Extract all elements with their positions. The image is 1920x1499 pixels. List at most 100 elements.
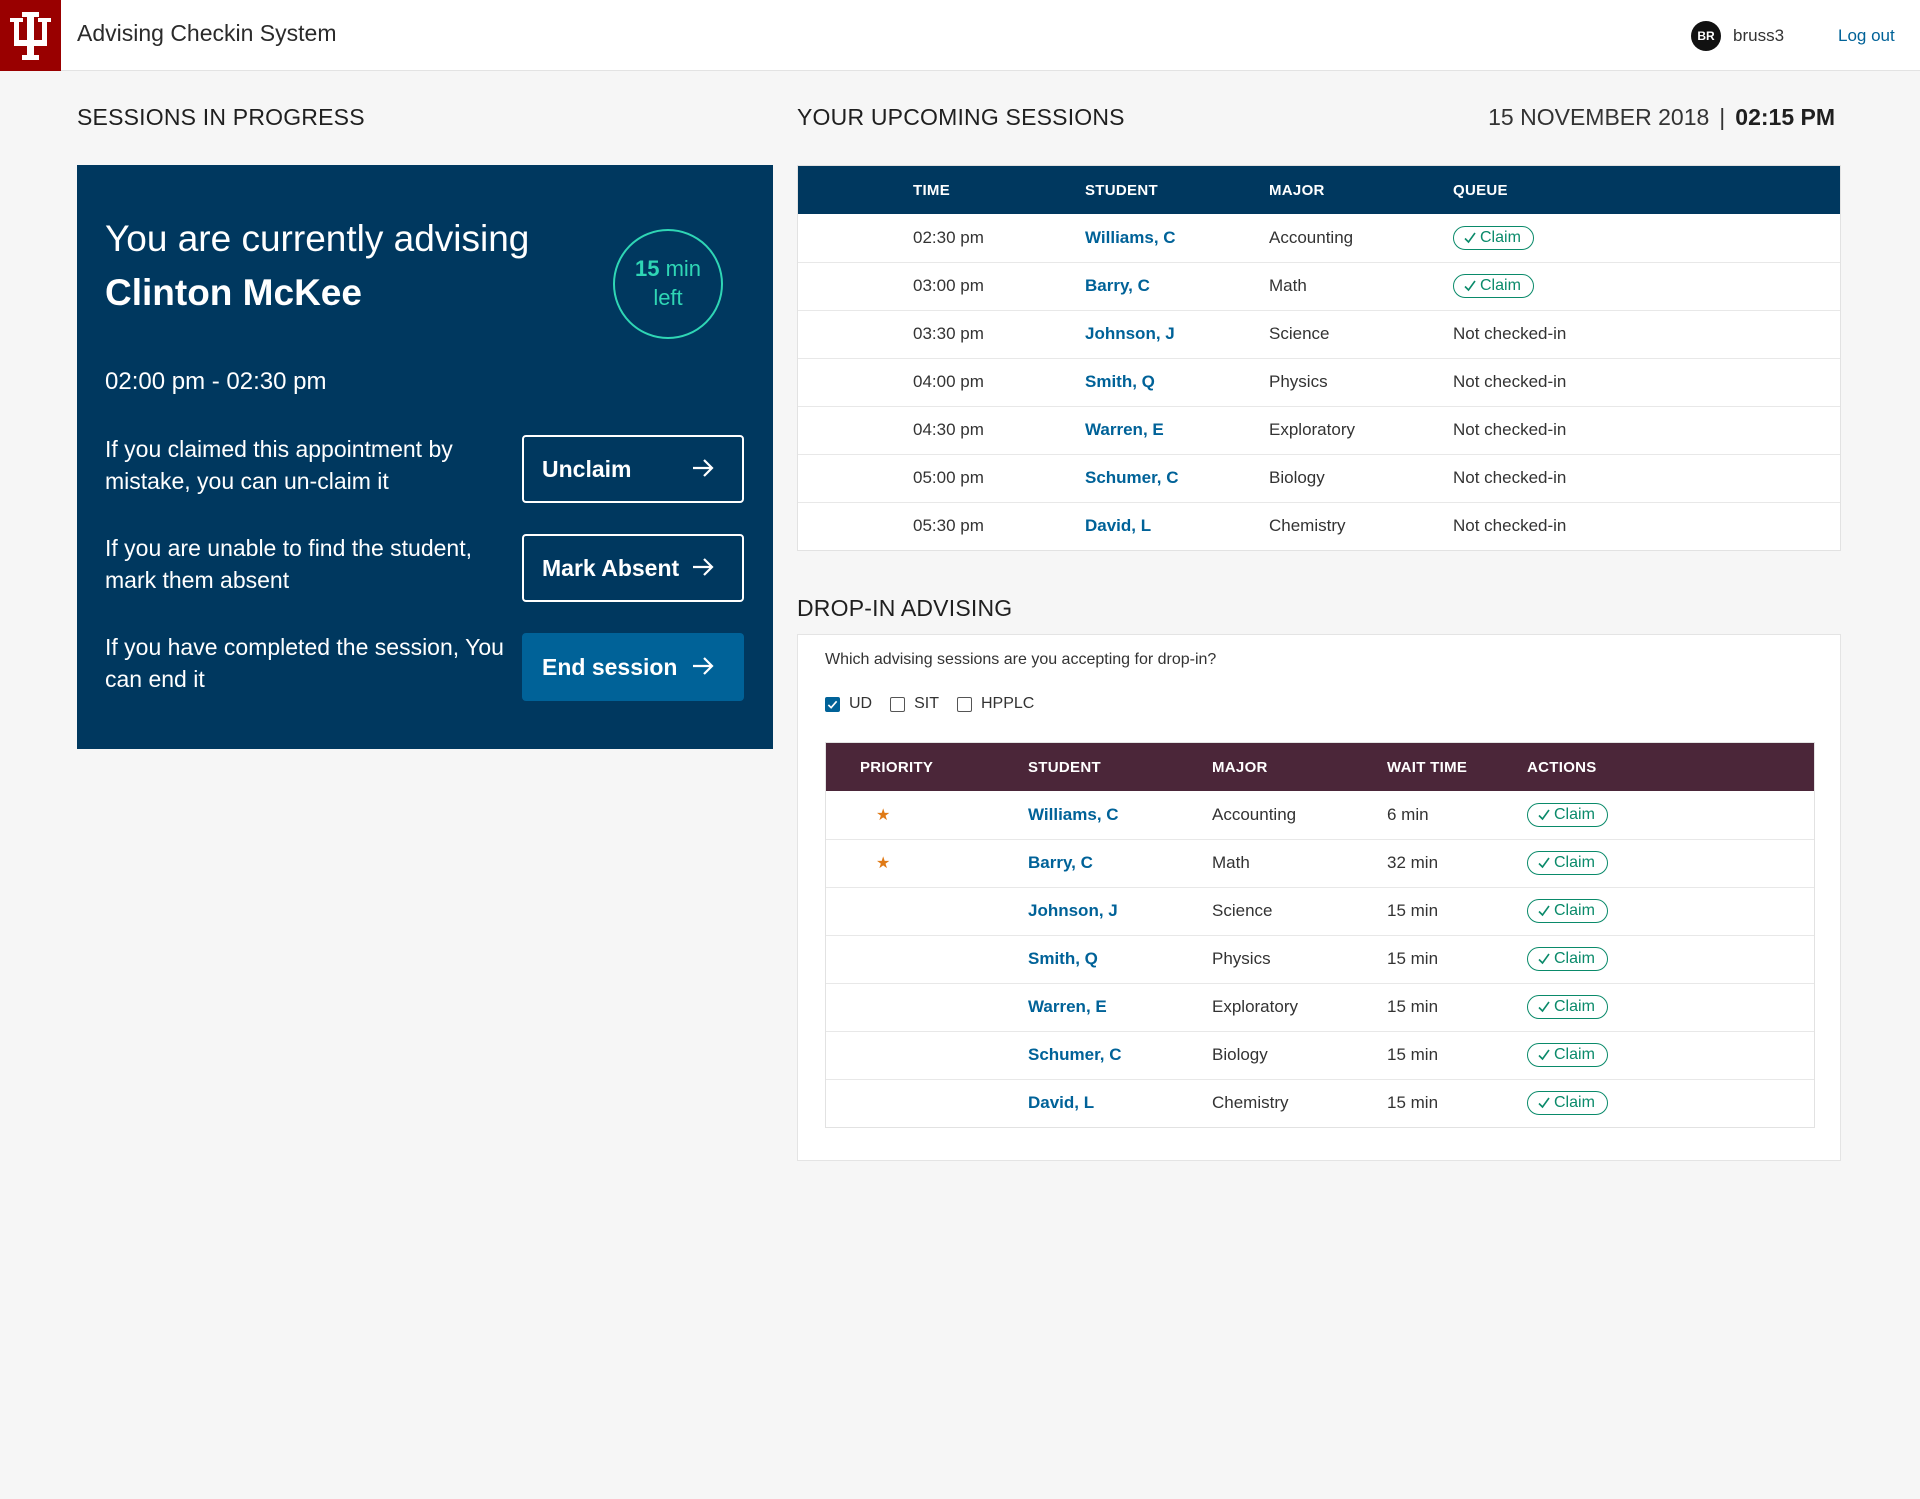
dropin-advising-title: DROP-IN ADVISING: [797, 595, 1013, 621]
checkbox-unchecked[interactable]: [957, 696, 972, 712]
table-row: 05:00 pm Schumer, C Biology Not checked-…: [798, 454, 1840, 503]
filter-label: SIT: [914, 695, 939, 712]
student-major: Accounting: [1269, 214, 1453, 263]
datetime-separator: |: [1719, 104, 1726, 130]
queue-status: Not checked-in: [1453, 516, 1567, 536]
session-time: 03:00 pm: [913, 262, 1085, 311]
check-icon: [1538, 857, 1550, 869]
spacer-column-header: [798, 166, 913, 214]
session-time: 02:30 pm: [913, 214, 1085, 263]
claim-button[interactable]: Claim: [1527, 899, 1608, 923]
timer-suffix: left: [653, 285, 683, 310]
iu-logo[interactable]: [0, 0, 61, 71]
upcoming-sessions-title: YOUR UPCOMING SESSIONS: [797, 104, 1125, 130]
student-link[interactable]: Barry, C: [1028, 853, 1093, 872]
student-major: Chemistry: [1269, 516, 1346, 536]
current-date: 15 NOVEMBER 2018: [1488, 104, 1710, 130]
wait-time: 15 min: [1387, 1093, 1439, 1113]
column-header-major: MAJOR: [1269, 166, 1453, 214]
student-link[interactable]: Smith, Q: [1028, 949, 1098, 968]
unclaim-help-text: If you claimed this appointment by mista…: [105, 436, 453, 495]
student-major: Math: [1269, 262, 1453, 311]
claim-button[interactable]: Claim: [1527, 947, 1608, 971]
wait-time: 6 min: [1387, 791, 1527, 840]
advising-student-name: Clinton McKee: [105, 272, 362, 313]
dropin-table: PRIORITY STUDENT MAJOR WAIT TIME ACTIONS…: [825, 742, 1815, 1128]
checkbox-checked[interactable]: [825, 696, 840, 712]
column-header-actions: ACTIONS: [1527, 743, 1814, 791]
student-link[interactable]: Schumer, C: [1028, 1045, 1122, 1064]
avatar[interactable]: BR: [1691, 21, 1721, 51]
wait-time: 15 min: [1387, 983, 1527, 1032]
timer-unit: min: [665, 256, 702, 282]
claim-button[interactable]: Claim: [1527, 1043, 1608, 1067]
claim-button[interactable]: Claim: [1453, 225, 1534, 250]
claim-button[interactable]: Claim: [1527, 1091, 1608, 1116]
check-icon: [1538, 953, 1550, 965]
column-header-queue: QUEUE: [1453, 166, 1840, 214]
arrow-right-icon: [693, 459, 714, 477]
student-link[interactable]: Williams, C: [1028, 805, 1119, 824]
wait-time: 15 min: [1387, 935, 1527, 984]
student-link[interactable]: Schumer, C: [1085, 468, 1179, 487]
claim-button[interactable]: Claim: [1453, 274, 1534, 298]
mark-absent-button[interactable]: Mark Absent: [522, 534, 744, 602]
table-row: ★ Williams, C Accounting 6 min Claim: [826, 791, 1814, 840]
student-link[interactable]: Johnson, J: [1085, 324, 1175, 343]
check-icon: [1538, 1097, 1550, 1109]
claim-label: Claim: [1554, 805, 1595, 823]
student-major: Physics: [1212, 935, 1387, 984]
dropin-panel: Which advising sessions are you acceptin…: [797, 634, 1841, 1161]
end-session-button[interactable]: End session: [522, 633, 744, 701]
check-icon: [1464, 232, 1476, 243]
claim-button[interactable]: Claim: [1527, 802, 1608, 827]
username: bruss3: [1733, 26, 1785, 45]
table-row: 04:30 pm Warren, E Exploratory Not check…: [798, 406, 1840, 455]
session-time-range: 02:00 pm - 02:30 pm: [105, 368, 327, 395]
queue-status: Not checked-in: [1453, 358, 1840, 407]
current-time: 02:15 PM: [1735, 104, 1835, 130]
check-icon: [1538, 1049, 1550, 1061]
time-left-timer: 15 min left: [613, 229, 723, 339]
student-link[interactable]: Johnson, J: [1028, 901, 1118, 920]
wait-time: 32 min: [1387, 839, 1527, 888]
column-header-wait-time: WAIT TIME: [1387, 743, 1527, 791]
student-major: Biology: [1269, 454, 1453, 503]
filter-ud[interactable]: UD: [825, 695, 872, 713]
app-title: Advising Checkin System: [77, 20, 337, 46]
unclaim-button[interactable]: Unclaim: [522, 435, 744, 503]
student-link[interactable]: Barry, C: [1085, 276, 1150, 295]
student-link[interactable]: Smith, Q: [1085, 372, 1155, 391]
filter-sit[interactable]: SIT: [890, 695, 939, 713]
arrow-right-icon: [693, 558, 714, 576]
claim-button[interactable]: Claim: [1527, 995, 1608, 1019]
student-link[interactable]: Warren, E: [1028, 997, 1107, 1016]
upcoming-sessions-table: TIME STUDENT MAJOR QUEUE 02:30 pm Willia…: [797, 165, 1841, 551]
table-row: 04:00 pm Smith, Q Physics Not checked-in: [798, 358, 1840, 407]
top-bar: Advising Checkin System BR bruss3 Log ou…: [0, 0, 1920, 71]
logout-link[interactable]: Log out: [1838, 26, 1895, 46]
student-major: Physics: [1269, 358, 1453, 407]
student-link[interactable]: Warren, E: [1085, 420, 1164, 439]
student-major: Science: [1212, 887, 1387, 936]
student-major: Chemistry: [1212, 1093, 1289, 1113]
column-header-time: TIME: [913, 166, 1085, 214]
student-link[interactable]: David, L: [1085, 516, 1151, 535]
claim-label: Claim: [1554, 998, 1595, 1015]
claim-label: Claim: [1554, 950, 1595, 967]
end-session-help-text: If you have completed the session, You c…: [105, 634, 504, 693]
table-row: Johnson, J Science 15 min Claim: [826, 887, 1814, 936]
queue-status: Not checked-in: [1453, 454, 1840, 503]
trident-icon: [10, 12, 51, 60]
checkbox-unchecked[interactable]: [890, 696, 906, 712]
dropin-question: Which advising sessions are you acceptin…: [825, 651, 1217, 668]
table-row: ★ Barry, C Math 32 min Claim: [826, 839, 1814, 888]
unclaim-button-label: Unclaim: [542, 455, 632, 482]
student-link[interactable]: David, L: [1028, 1093, 1094, 1112]
claim-button[interactable]: Claim: [1527, 851, 1608, 875]
table-row: Schumer, C Biology 15 min Claim: [826, 1031, 1814, 1080]
filter-hpplc[interactable]: HPPLC: [957, 695, 1034, 713]
student-link[interactable]: Williams, C: [1085, 228, 1176, 247]
session-time: 05:30 pm: [913, 516, 984, 536]
table-row: 05:30 pm David, L Chemistry Not checked-…: [798, 502, 1840, 550]
